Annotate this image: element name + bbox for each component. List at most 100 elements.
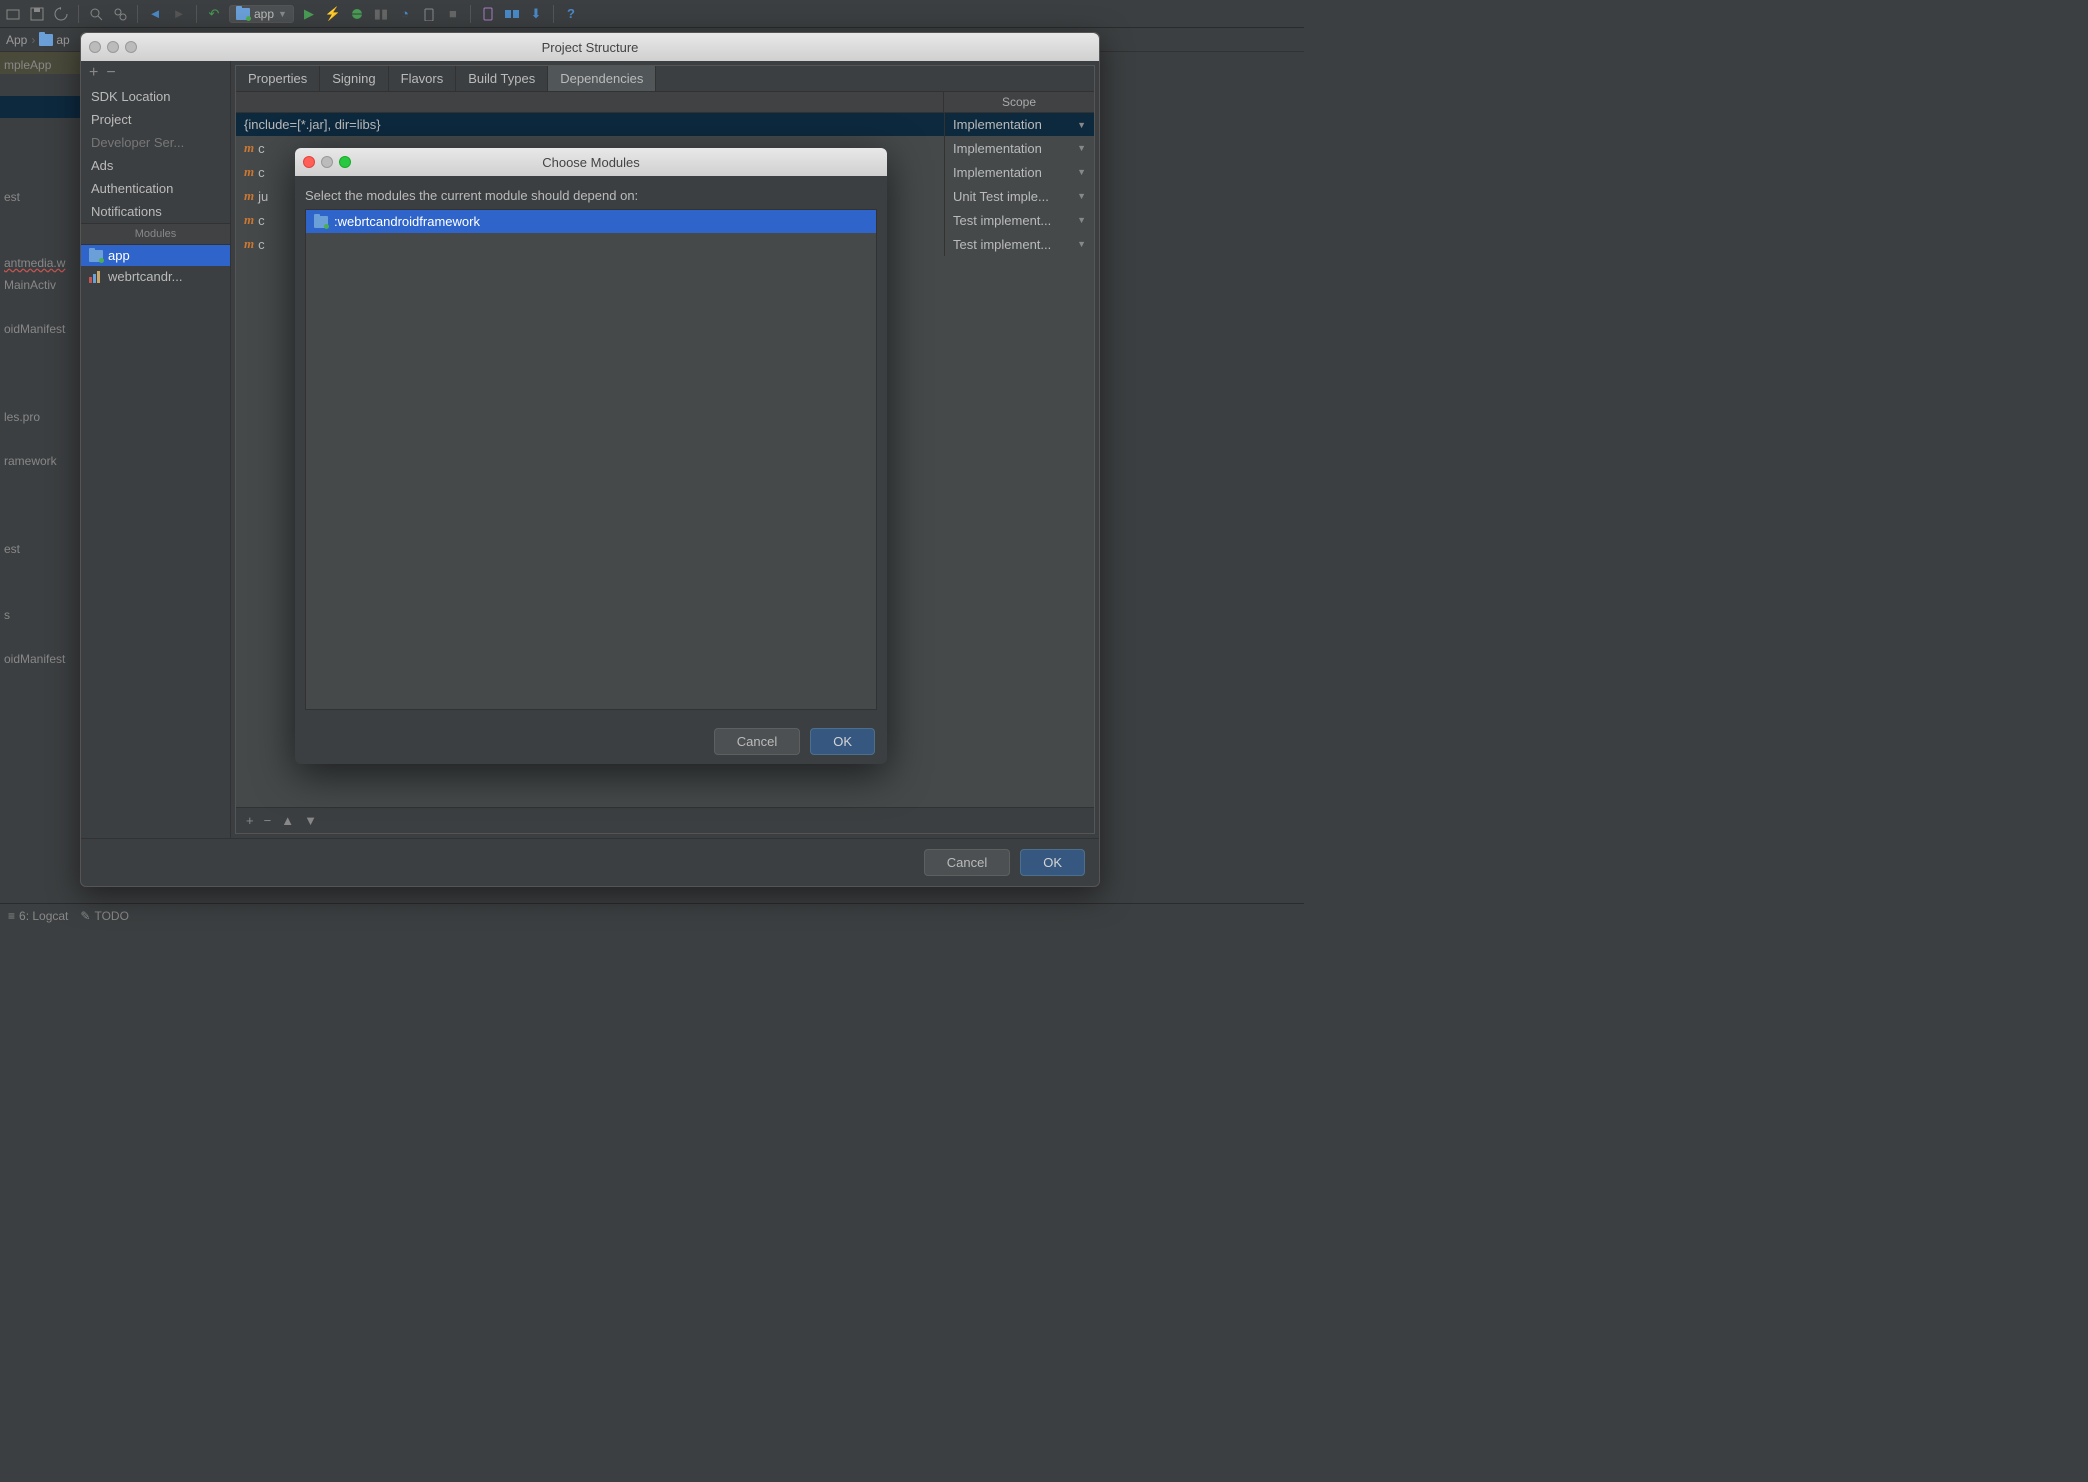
gutter-line: s xyxy=(0,602,80,624)
sdk-icon[interactable] xyxy=(503,5,521,23)
dep-name: c xyxy=(258,141,265,156)
debug-icon[interactable] xyxy=(348,5,366,23)
forward-icon[interactable]: ► xyxy=(170,5,188,23)
search-icon[interactable] xyxy=(87,5,105,23)
breadcrumb-root[interactable]: App xyxy=(6,33,27,47)
maximize-icon[interactable] xyxy=(125,41,137,53)
dep-table-header: Scope xyxy=(236,92,1094,113)
folder-icon xyxy=(236,8,250,20)
open-icon[interactable] xyxy=(4,5,22,23)
attach-icon[interactable] xyxy=(420,5,438,23)
ps-tab[interactable]: Flavors xyxy=(389,66,457,91)
remove-icon[interactable]: − xyxy=(106,64,115,82)
gutter-line xyxy=(0,294,80,316)
logcat-icon: ≡ xyxy=(8,909,15,923)
run-icon[interactable]: ▶ xyxy=(300,5,318,23)
run-config-label: app xyxy=(254,7,274,21)
help-icon[interactable]: ? xyxy=(562,5,580,23)
gutter-line: ramework xyxy=(0,448,80,470)
ps-tab[interactable]: Build Types xyxy=(456,66,548,91)
chevron-down-icon[interactable]: ▼ xyxy=(1077,215,1086,225)
separator xyxy=(137,5,138,23)
gutter-line xyxy=(0,624,80,646)
minimize-icon[interactable] xyxy=(321,156,333,168)
run-config-dropdown[interactable]: app▼ xyxy=(229,5,294,23)
save-icon[interactable] xyxy=(28,5,46,23)
close-icon[interactable] xyxy=(89,41,101,53)
coverage-icon[interactable]: ◔ xyxy=(396,5,414,23)
ps-sidebar-item[interactable]: Developer Ser... xyxy=(81,131,230,154)
ps-sidebar-item[interactable]: Authentication xyxy=(81,177,230,200)
ps-sidebar-item[interactable]: Notifications xyxy=(81,200,230,223)
module-item[interactable]: webrtcandr... xyxy=(81,266,230,287)
scope-header: Scope xyxy=(944,92,1094,112)
dialog-titlebar: Choose Modules xyxy=(295,148,887,176)
module-list-item[interactable]: :webrtcandroidframework xyxy=(306,210,876,233)
gutter-line xyxy=(0,492,80,514)
remove-icon[interactable]: − xyxy=(264,813,272,828)
folder-icon xyxy=(89,250,103,262)
minimize-icon[interactable] xyxy=(107,41,119,53)
download-icon[interactable]: ⬇ xyxy=(527,5,545,23)
gutter-line xyxy=(0,228,80,250)
ps-sidebar-item[interactable]: SDK Location xyxy=(81,85,230,108)
close-icon[interactable] xyxy=(303,156,315,168)
chevron-down-icon[interactable]: ▼ xyxy=(1077,143,1086,153)
chevron-down-icon[interactable]: ▼ xyxy=(1077,167,1086,177)
ps-sidebar-item[interactable]: Ads xyxy=(81,154,230,177)
down-icon[interactable]: ▼ xyxy=(304,813,317,828)
main-toolbar: ◄ ► ↶ app▼ ▶ ⚡ ▮▮ ◔ ■ ⬇ ? xyxy=(0,0,1304,28)
ps-tab[interactable]: Signing xyxy=(320,66,388,91)
status-logcat[interactable]: ≡6: Logcat xyxy=(8,909,68,923)
status-bar: ≡6: Logcat ✎TODO xyxy=(0,903,1304,927)
ok-button[interactable]: OK xyxy=(1020,849,1085,876)
breadcrumb-item[interactable]: ap xyxy=(39,33,69,47)
chevron-down-icon[interactable]: ▼ xyxy=(1077,191,1086,201)
module-item[interactable]: app xyxy=(81,245,230,266)
sync-icon[interactable] xyxy=(52,5,70,23)
maximize-icon[interactable] xyxy=(339,156,351,168)
library-icon xyxy=(89,271,103,283)
choose-modules-label: Select the modules the current module sh… xyxy=(305,184,877,209)
gutter-line: oidManifest xyxy=(0,646,80,668)
gutter-line: est xyxy=(0,536,80,558)
chevron-down-icon[interactable]: ▼ xyxy=(1077,239,1086,249)
gutter-line: mpleApp xyxy=(0,52,80,74)
ok-button[interactable]: OK xyxy=(810,728,875,755)
dep-row[interactable]: {include=[*.jar], dir=libs}Implementatio… xyxy=(236,113,1094,136)
status-todo[interactable]: ✎TODO xyxy=(80,909,129,923)
ps-footer: Cancel OK xyxy=(81,838,1099,886)
back-icon[interactable]: ◄ xyxy=(146,5,164,23)
ps-tab[interactable]: Dependencies xyxy=(548,66,656,91)
cancel-button[interactable]: Cancel xyxy=(714,728,800,755)
maven-icon: m xyxy=(244,236,254,252)
modules-header: Modules xyxy=(81,223,230,245)
up-icon[interactable]: ▲ xyxy=(281,813,294,828)
ps-sidebar-item[interactable]: Project xyxy=(81,108,230,131)
dep-name: ju xyxy=(258,189,268,204)
separator xyxy=(78,5,79,23)
ps-tab[interactable]: Properties xyxy=(236,66,320,91)
gutter-line xyxy=(0,206,80,228)
dep-name: c xyxy=(258,237,265,252)
search-replace-icon[interactable] xyxy=(111,5,129,23)
add-icon[interactable]: + xyxy=(89,64,98,82)
build-icon[interactable]: ↶ xyxy=(205,5,223,23)
maven-icon: m xyxy=(244,212,254,228)
add-icon[interactable]: + xyxy=(246,813,254,828)
dep-scope: Test implement... xyxy=(953,237,1051,252)
cancel-button[interactable]: Cancel xyxy=(924,849,1010,876)
gutter-line: est xyxy=(0,184,80,206)
profile-icon[interactable]: ▮▮ xyxy=(372,5,390,23)
gutter-line xyxy=(0,514,80,536)
module-name: :webrtcandroidframework xyxy=(334,214,480,229)
stop-icon[interactable]: ■ xyxy=(444,5,462,23)
apply-changes-icon[interactable]: ⚡ xyxy=(324,5,342,23)
chevron-down-icon[interactable]: ▼ xyxy=(1077,120,1086,130)
avd-icon[interactable] xyxy=(479,5,497,23)
gutter-line: oidManifest xyxy=(0,316,80,338)
ps-tabs: PropertiesSigningFlavorsBuild TypesDepen… xyxy=(236,66,1094,92)
module-list[interactable]: :webrtcandroidframework xyxy=(305,209,877,710)
dep-scope: Implementation xyxy=(953,141,1042,156)
traffic-lights xyxy=(89,41,137,53)
